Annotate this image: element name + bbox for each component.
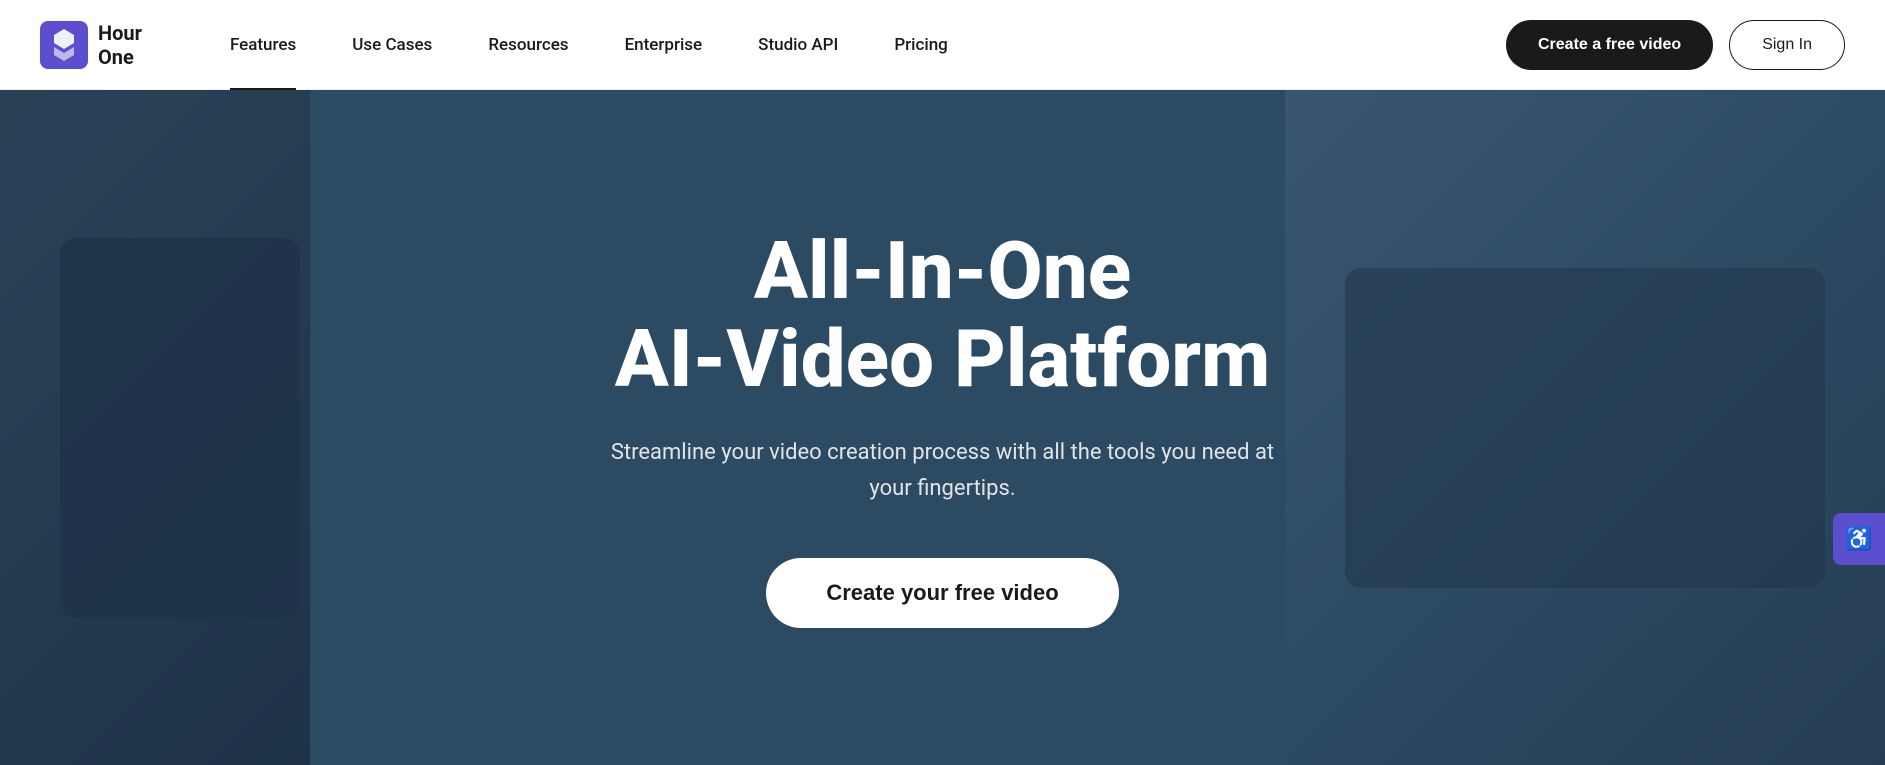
accessibility-button[interactable]: ♿	[1833, 513, 1885, 565]
navbar: Hour One Features Use Cases Resources En…	[0, 0, 1885, 90]
hero-section: All-In-One AI-Video Platform Streamline …	[0, 90, 1885, 765]
nav-item-enterprise[interactable]: Enterprise	[597, 0, 731, 90]
hero-content: All-In-One AI-Video Platform Streamline …	[563, 227, 1323, 627]
nav-item-features[interactable]: Features	[202, 0, 324, 90]
nav-item-resources[interactable]: Resources	[460, 0, 596, 90]
accessibility-icon: ♿	[1845, 526, 1872, 552]
sign-in-button[interactable]: Sign In	[1729, 20, 1845, 70]
create-free-video-button[interactable]: Create a free video	[1506, 20, 1713, 70]
nav-actions: Create a free video Sign In	[1506, 20, 1845, 70]
hero-panel-left	[60, 238, 300, 618]
nav-item-use-cases[interactable]: Use Cases	[324, 0, 460, 90]
nav-item-studio-api[interactable]: Studio API	[730, 0, 866, 90]
nav-item-pricing[interactable]: Pricing	[866, 0, 976, 90]
hero-subtitle: Streamline your video creation process w…	[603, 435, 1283, 505]
hero-title: All-In-One AI-Video Platform	[603, 227, 1283, 403]
logo-icon	[40, 21, 88, 69]
hero-cta-button[interactable]: Create your free video	[766, 558, 1118, 628]
logo-text: Hour One	[98, 21, 142, 69]
hero-panel-right-inner	[1345, 268, 1825, 588]
nav-links: Features Use Cases Resources Enterprise …	[202, 0, 1506, 90]
logo[interactable]: Hour One	[40, 21, 142, 69]
